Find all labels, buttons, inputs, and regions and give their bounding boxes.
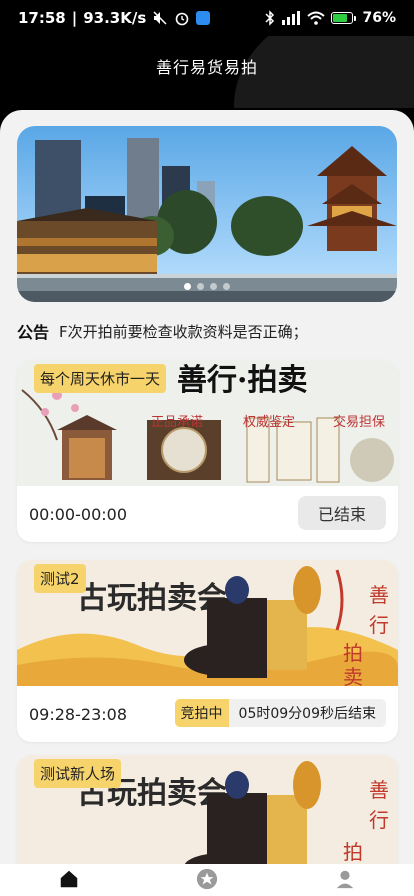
side-char: 行 xyxy=(369,613,389,637)
status-separator: | xyxy=(71,9,78,27)
tab-profile[interactable] xyxy=(315,868,375,890)
wifi-icon xyxy=(307,11,326,25)
tab-favorites[interactable] xyxy=(177,868,237,890)
mute-icon xyxy=(153,11,167,25)
status-left: 17:58 | 93.3K/s xyxy=(18,9,211,27)
session-tag: 测试新人场 xyxy=(34,759,122,788)
alarm-icon xyxy=(175,12,189,26)
auction-card-footer: 00:00-00:00 已结束 xyxy=(17,486,398,542)
side-char: 拍 xyxy=(343,641,363,665)
network-speed: 93.3K/s xyxy=(83,9,147,27)
carousel-dots xyxy=(17,283,397,290)
auction-card[interactable]: 古玩拍卖会 善 行 拍 测试新人场 xyxy=(17,755,398,864)
star-icon xyxy=(196,868,218,890)
session-time: 09:28-23:08 xyxy=(29,704,127,724)
side-char: 善 xyxy=(369,583,389,607)
badge-authentic: 正品承诺 xyxy=(151,415,203,430)
session-time: 00:00-00:00 xyxy=(29,504,127,524)
badge-guarantee: 交易担保 xyxy=(333,414,385,430)
carousel-dot[interactable] xyxy=(184,283,191,290)
battery-icon xyxy=(331,12,357,24)
bluetooth-icon xyxy=(265,10,275,26)
home-icon xyxy=(60,870,78,888)
banner-carousel[interactable] xyxy=(17,126,397,302)
card-banner-title: 善行·拍卖 xyxy=(177,363,307,398)
auction-card[interactable]: 善行·拍卖 正品承诺 权威鉴定 交易担保 每个周天休市一天 00:00-00:0… xyxy=(17,360,398,542)
auction-card[interactable]: 古玩拍卖会 善 行 拍 卖 测试2 09:28-23:08 竞拍中 05时09分… xyxy=(17,560,398,742)
carousel-dot[interactable] xyxy=(210,283,217,290)
user-icon xyxy=(336,870,354,889)
session-tag: 每个周天休市一天 xyxy=(34,364,167,393)
status-bar: 17:58 | 93.3K/s 76% xyxy=(0,0,414,36)
bidding-status[interactable]: 竞拍中 05时09分09秒后结束 xyxy=(174,699,386,727)
side-char: 善 xyxy=(369,778,389,802)
page-title: 善行易货易拍 xyxy=(155,58,258,77)
side-char: 卖 xyxy=(343,665,363,686)
banner-image xyxy=(17,126,397,302)
ended-button[interactable]: 已结束 xyxy=(298,496,386,530)
side-char: 行 xyxy=(369,808,389,832)
announcement-label: 公告 xyxy=(17,323,50,342)
tab-home[interactable] xyxy=(39,868,99,890)
app-header: 善行易货易拍 xyxy=(0,36,414,108)
battery-percent: 76% xyxy=(362,10,396,26)
bottom-tab-bar xyxy=(0,864,414,896)
card-banner-title: 古玩拍卖会 xyxy=(77,581,227,616)
bidding-badge: 竞拍中 xyxy=(174,699,229,727)
signal-icon xyxy=(282,11,301,25)
announcement-bar[interactable]: 公告 F次开拍前要检查收款资料是否正确； xyxy=(17,318,397,344)
status-time: 17:58 xyxy=(18,9,66,27)
main-content[interactable]: 公告 F次开拍前要检查收款资料是否正确； 善行·拍卖 正品承诺 权威鉴定 交易担… xyxy=(0,110,414,864)
session-tag: 测试2 xyxy=(34,564,86,593)
countdown-text: 05时09分09秒后结束 xyxy=(238,706,376,722)
badge-appraisal: 权威鉴定 xyxy=(243,414,295,430)
announcement-text: F次开拍前要检查收款资料是否正确； xyxy=(59,322,308,341)
carousel-dot[interactable] xyxy=(197,283,204,290)
status-right: 76% xyxy=(265,10,396,26)
auction-card-footer: 09:28-23:08 竞拍中 05时09分09秒后结束 xyxy=(17,686,398,742)
side-char: 拍 xyxy=(343,840,363,864)
carousel-dot[interactable] xyxy=(223,283,230,290)
app-notification-icon xyxy=(196,11,211,25)
